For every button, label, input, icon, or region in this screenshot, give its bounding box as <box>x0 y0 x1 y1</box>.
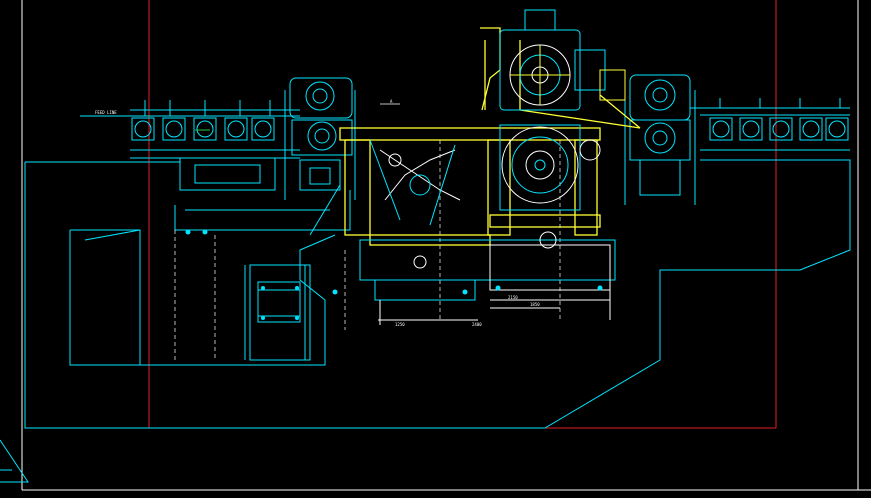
crank-linkage <box>309 139 461 236</box>
dimension-text: 1850 <box>530 302 540 307</box>
main-roll <box>499 124 601 211</box>
upper-gearbox <box>499 9 626 111</box>
dimension-text: 2150 <box>508 295 518 300</box>
sheet-border <box>148 0 777 429</box>
base-assembly <box>359 231 616 325</box>
cad-drawing-viewport[interactable]: FEED LINE A 1250 2400 2150 1850 <box>0 0 871 498</box>
ucs-triangle-icon <box>0 439 29 483</box>
right-roller-table <box>690 98 850 161</box>
central-machine-frame <box>339 27 641 246</box>
rail-tag-label: FEED LINE <box>95 110 117 115</box>
center-lines <box>174 140 561 360</box>
dimension-text: 1250 <box>395 322 405 327</box>
bolt-markers <box>185 229 603 320</box>
cad-canvas: FEED LINE A 1250 2400 2150 1850 <box>0 0 871 491</box>
section-arrow-label: A <box>390 99 393 104</box>
dimension-text: 2400 <box>472 322 482 327</box>
right-motor-housing <box>624 74 696 205</box>
